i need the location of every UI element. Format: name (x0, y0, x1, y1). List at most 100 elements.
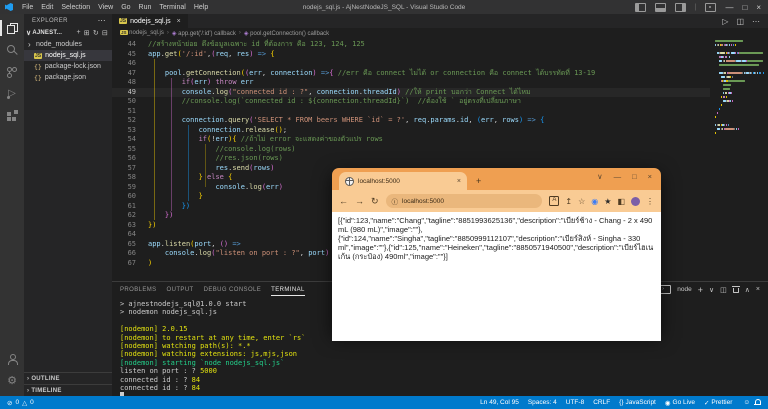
run-and-debug-icon[interactable]: ▷ (0, 83, 24, 105)
forward-icon[interactable]: → (355, 196, 364, 207)
line-number: 44 (112, 40, 136, 50)
chrome-toolbar: ← → ↻ ⓘ localhost:5000 A ↥ ☆ ◉ ★ ◧ ⋮ (332, 190, 661, 212)
file-item[interactable]: ›node_modules (24, 39, 112, 50)
settings-gear-icon[interactable]: ⚙ (0, 370, 24, 392)
menu-go[interactable]: Go (117, 4, 134, 11)
accounts-icon[interactable] (0, 348, 24, 370)
tab-nodejs-sql[interactable]: JS nodejs_sql.js × (112, 14, 188, 28)
chevron-right-icon: › (27, 388, 29, 394)
new-terminal-icon[interactable]: + (698, 285, 703, 295)
menu-view[interactable]: View (94, 4, 117, 11)
translate-icon[interactable]: A (549, 196, 559, 206)
bookmark-star-icon[interactable]: ☆ (578, 197, 585, 206)
menu-file[interactable]: File (18, 4, 37, 11)
source-control-icon[interactable] (0, 61, 24, 83)
toggle-secondary-sidebar-icon[interactable] (675, 3, 686, 12)
toggle-sidebar-icon[interactable] (635, 3, 646, 12)
share-icon[interactable]: ↥ (565, 197, 572, 206)
breadcrumb-item[interactable]: ◈ app.get('/:id') callback (172, 30, 236, 37)
status-javascript[interactable]: {}JavaScript (619, 399, 656, 406)
outline-label: OUTLINE (31, 376, 59, 382)
search-icon[interactable] (0, 39, 24, 61)
terminal-dropdown-icon[interactable]: ∨ (709, 286, 714, 294)
code-text: console.log("listen on port : ?", port) (148, 249, 329, 259)
feedback-icon[interactable]: ☺ (743, 399, 750, 406)
menu-run[interactable]: Run (135, 4, 156, 11)
timeline-section[interactable]: › TIMELINE (24, 384, 112, 396)
file-item[interactable]: {}package.json (24, 72, 112, 83)
customize-layout-icon[interactable] (705, 3, 716, 12)
extensions-icon[interactable] (0, 105, 24, 127)
panel-tabs: PROBLEMS OUTPUT DEBUG CONSOLE TERMINAL (120, 284, 305, 296)
breadcrumb-item[interactable]: ◈ pool.getConnection() callback (244, 30, 329, 37)
menu-selection[interactable]: Selection (57, 4, 94, 11)
new-file-icon[interactable]: + (76, 29, 80, 37)
split-editor-icon[interactable]: ◫ (736, 17, 744, 26)
views-more-icon[interactable]: ⋯ (98, 16, 106, 25)
status-go-live[interactable]: ◉Go Live (665, 399, 695, 407)
status-crlf[interactable]: CRLF (593, 399, 610, 406)
breadcrumb-separator: › (167, 30, 169, 36)
site-info-icon[interactable]: ⓘ (392, 196, 399, 206)
editor-more-actions-icon[interactable]: ⋯ (752, 17, 760, 26)
reload-icon[interactable]: ↻ (371, 196, 379, 207)
outline-section[interactable]: › OUTLINE (24, 372, 112, 384)
maximize-panel-icon[interactable]: ∧ (745, 286, 750, 294)
panel-tab-debug-console[interactable]: DEBUG CONSOLE (204, 284, 262, 296)
menu-edit[interactable]: Edit (37, 4, 57, 11)
errors-count[interactable]: 0 (15, 399, 19, 406)
chrome-minimize-icon[interactable]: — (614, 172, 622, 181)
chrome-tab-localhost[interactable]: localhost:5000 × (339, 172, 467, 190)
file-item[interactable]: {}package-lock.json (24, 61, 112, 72)
profile-avatar[interactable] (631, 197, 640, 206)
workspace-section-header[interactable]: ∨ AJNEST... + ⊞ ↻ ⊟ (24, 27, 112, 39)
errors-icon[interactable]: ⊘ (7, 399, 12, 407)
side-panel-icon[interactable]: ◧ (617, 197, 625, 206)
window-title: nodejs_sql.js - AjNestNodeJS_SQL - Visua… (303, 4, 466, 11)
chrome-maximize-icon[interactable]: □ (632, 172, 637, 181)
panel-tab-problems[interactable]: PROBLEMS (120, 284, 157, 296)
close-tab-icon[interactable]: × (457, 178, 461, 185)
new-folder-icon[interactable]: ⊞ (84, 29, 90, 37)
minimize-button[interactable]: — (725, 3, 733, 12)
new-tab-icon[interactable]: + (476, 176, 481, 186)
breadcrumb-item[interactable]: JS nodejs_sql.js (120, 30, 164, 36)
menu-help[interactable]: Help (190, 4, 212, 11)
refresh-explorer-icon[interactable]: ↻ (93, 29, 99, 37)
split-terminal-icon[interactable]: ◫ (720, 286, 727, 294)
code-line: 47 pool.getConnection((err, connection) … (112, 69, 710, 79)
menu-terminal[interactable]: Terminal (155, 4, 189, 11)
line-number: 55 (112, 145, 136, 155)
close-button[interactable]: × (756, 3, 761, 12)
file-label: package.json (45, 74, 86, 81)
chrome-close-icon[interactable]: × (648, 172, 652, 181)
collapse-folders-icon[interactable]: ⊟ (102, 29, 108, 37)
back-icon[interactable]: ← (339, 196, 348, 207)
warnings-icon[interactable]: △ (22, 399, 27, 407)
address-bar[interactable]: ⓘ localhost:5000 (386, 194, 543, 208)
status-spaces-4[interactable]: Spaces: 4 (528, 399, 557, 406)
line-number: 53 (112, 126, 136, 136)
run-file-icon[interactable]: ▷ (722, 17, 728, 26)
close-tab-icon[interactable]: × (177, 18, 181, 25)
minimap[interactable] (715, 40, 763, 136)
status-prettier[interactable]: ✓Prettier (704, 399, 732, 407)
notifications-bell-icon[interactable] (754, 399, 761, 406)
status-utf-8[interactable]: UTF-8 (566, 399, 584, 406)
explorer-icon[interactable] (0, 17, 24, 39)
status-ln-49-col-95[interactable]: Ln 49, Col 95 (480, 399, 519, 406)
terminal-shell-label[interactable]: node (677, 286, 691, 293)
file-item[interactable]: JSnodejs_sql.js (24, 50, 112, 61)
close-panel-icon[interactable]: × (756, 286, 760, 293)
toggle-panel-icon[interactable] (655, 3, 666, 12)
code-text: //console.log(`connected id : ${connecti… (148, 97, 521, 107)
kill-terminal-icon[interactable] (733, 286, 739, 293)
extension-pin-star-icon[interactable]: ★ (604, 197, 611, 206)
extension-blue-icon[interactable]: ◉ (591, 197, 598, 206)
tab-search-chevron-icon[interactable]: ∨ (597, 172, 603, 181)
menu-dots-icon[interactable]: ⋮ (646, 197, 654, 206)
panel-tab-output[interactable]: OUTPUT (167, 284, 194, 296)
panel-tab-terminal[interactable]: TERMINAL (271, 284, 305, 296)
maximize-button[interactable]: □ (742, 3, 747, 12)
warnings-count[interactable]: 0 (30, 399, 34, 406)
